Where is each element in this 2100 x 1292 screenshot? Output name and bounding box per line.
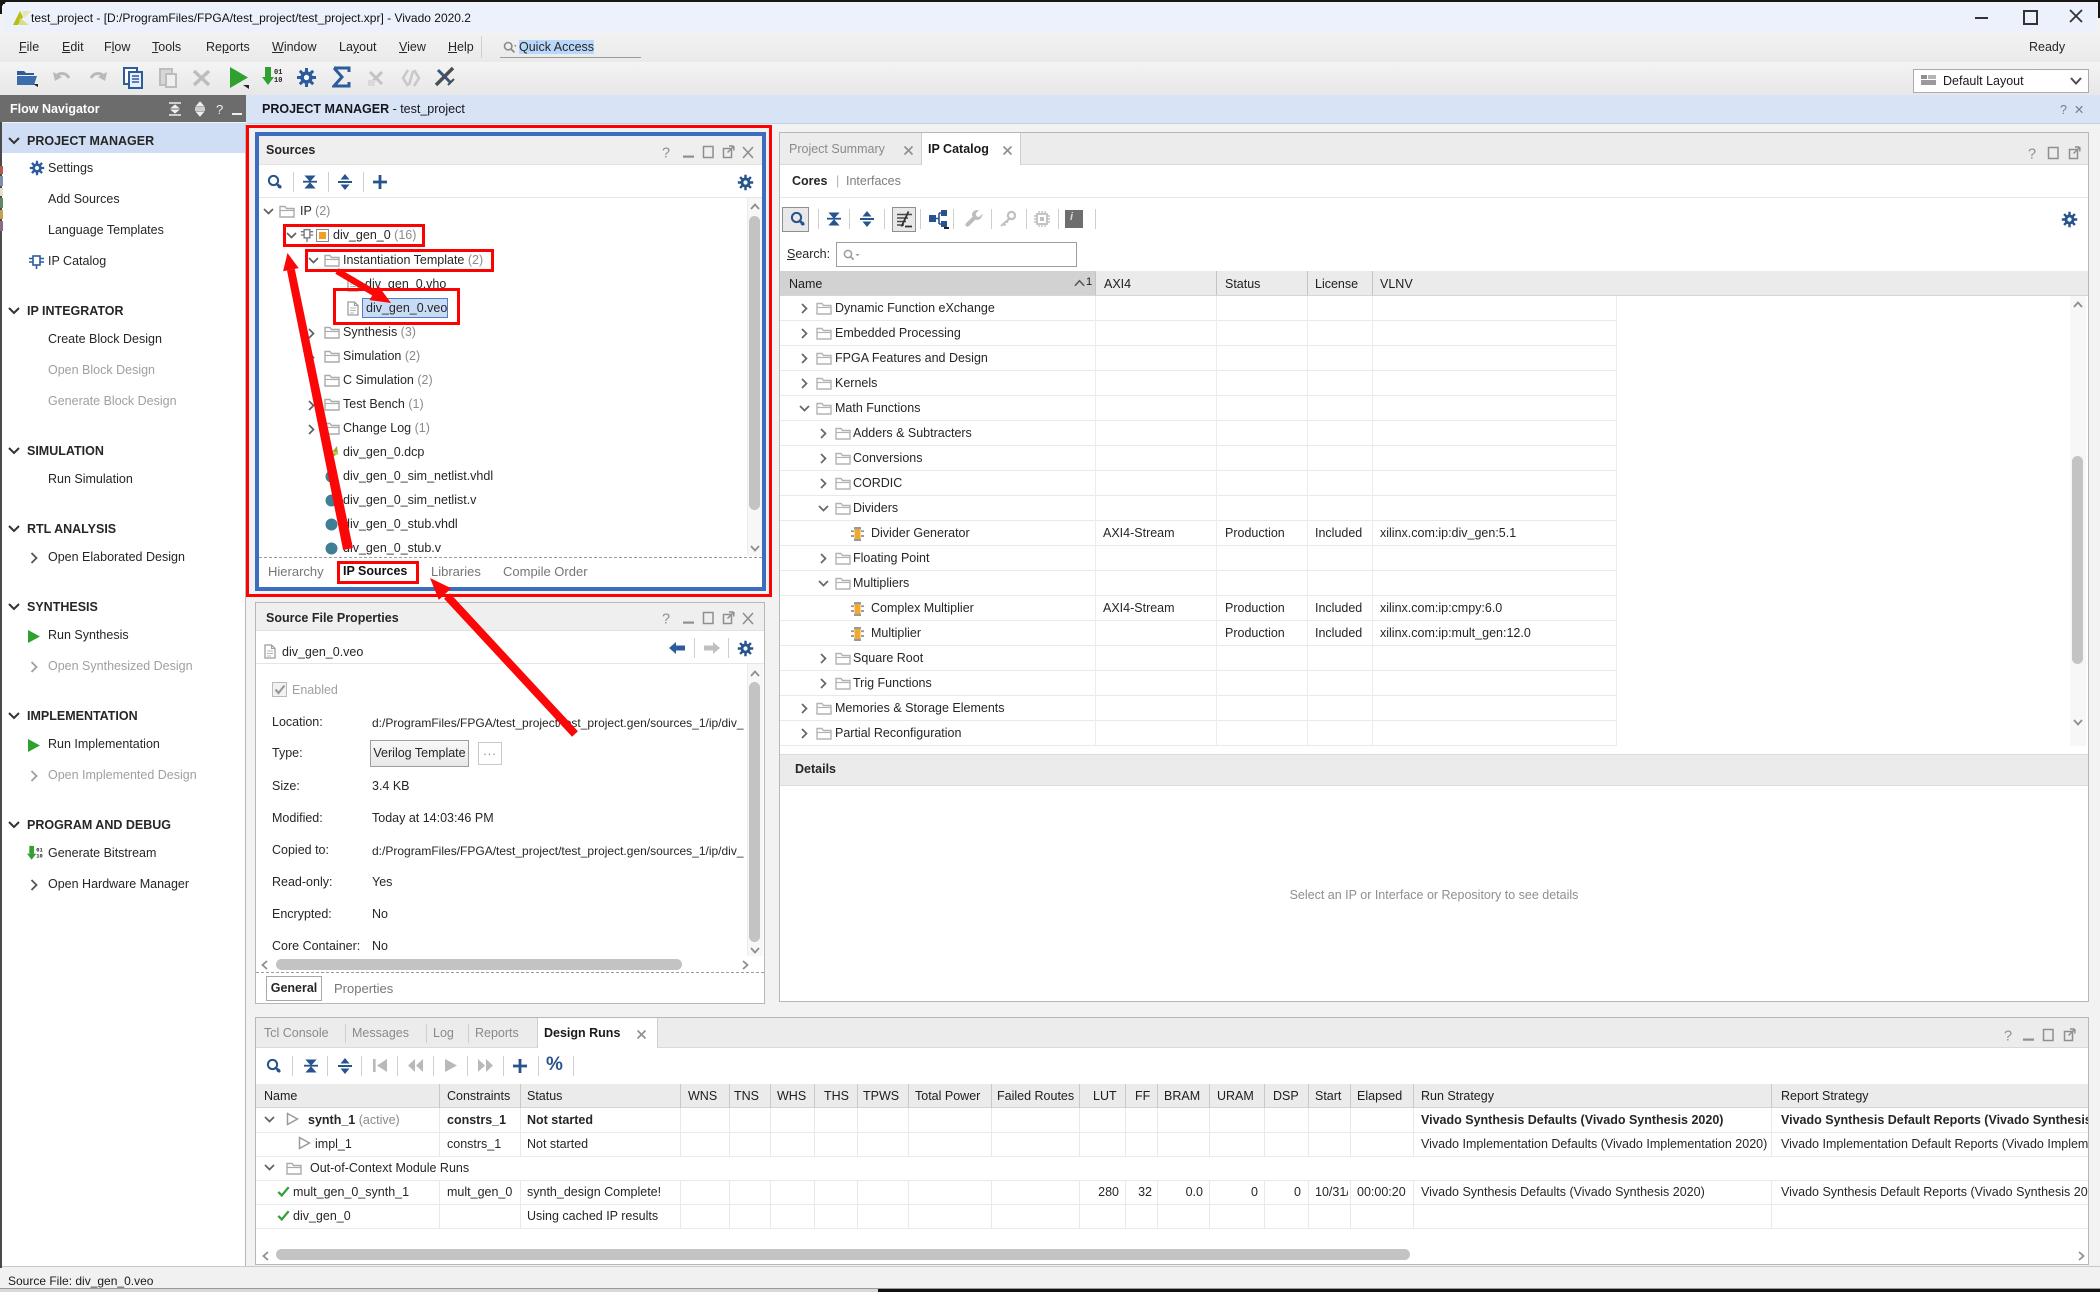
svg-text:?: ? xyxy=(2028,147,2036,162)
svg-text:01: 01 xyxy=(36,847,42,853)
svg-text:10: 10 xyxy=(274,77,282,85)
svg-text:?: ? xyxy=(662,612,670,627)
svg-text:?: ? xyxy=(2004,1029,2012,1044)
svg-text:?: ? xyxy=(216,102,223,117)
svg-text:10: 10 xyxy=(36,853,42,859)
svg-text:01: 01 xyxy=(274,69,282,77)
